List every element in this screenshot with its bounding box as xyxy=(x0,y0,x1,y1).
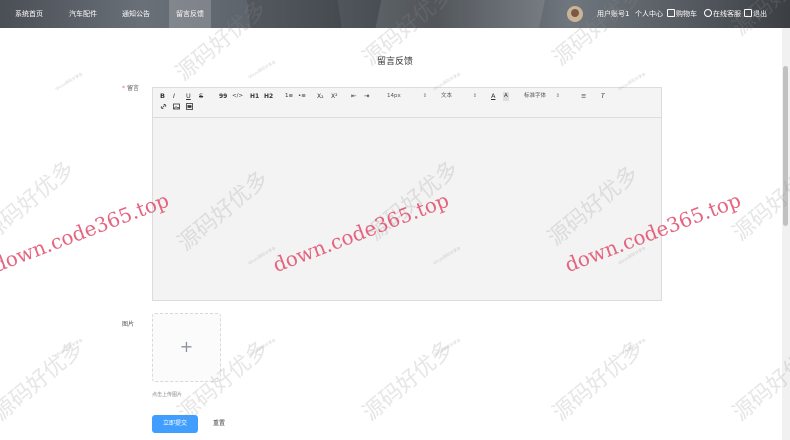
watermark-small: qiuyu源码分享会 xyxy=(54,337,84,358)
italic-button[interactable]: I xyxy=(173,92,175,101)
user-center-link[interactable]: 个人中心 xyxy=(635,0,663,28)
user-icon xyxy=(571,9,579,17)
message-label-text: 留言 xyxy=(127,85,140,92)
subscript-button[interactable]: X₂ xyxy=(317,92,324,101)
logout-link[interactable]: 退出 xyxy=(744,0,767,28)
watermark-small: qiuyu源码分享会 xyxy=(617,337,647,358)
chevron-updown-icon: ⇕ xyxy=(555,93,560,99)
nav-item-feedback[interactable]: 留言反馈 xyxy=(169,0,211,28)
user-account-link[interactable]: 用户账号1 xyxy=(597,0,629,28)
video-icon xyxy=(186,103,193,110)
ordered-list-button[interactable]: 1≡ xyxy=(285,92,293,101)
banner-decoration xyxy=(246,0,344,28)
link-icon xyxy=(160,104,167,109)
cart-icon xyxy=(667,9,675,17)
outdent-button[interactable]: ⇤ xyxy=(351,92,356,101)
editor-toolbar: B I U S 99 </> H1 H2 1≡ •≡ X₂ X² ⇤ ⇥ 14p… xyxy=(153,88,661,118)
watermark-brand: 源码好优多 xyxy=(358,336,459,427)
bullet-list-button[interactable]: •≡ xyxy=(298,92,306,101)
align-select[interactable]: ≡ xyxy=(581,92,586,101)
underline-button[interactable]: U xyxy=(186,92,191,101)
image-icon xyxy=(173,103,180,110)
chevron-updown-icon: ⇕ xyxy=(422,93,427,99)
watermark-brand: 源码好优多 xyxy=(0,156,80,247)
text-color-picker[interactable]: A xyxy=(491,92,495,101)
background-color-picker[interactable]: A xyxy=(503,92,509,101)
upload-hint: 点击上传图片 xyxy=(152,392,183,398)
rich-text-editor: B I U S 99 </> H1 H2 1≡ •≡ X₂ X² ⇤ ⇥ 14p… xyxy=(152,87,662,301)
service-label: 在线客服 xyxy=(713,10,741,18)
font-select-value: 标准字体 xyxy=(524,93,547,99)
nav-item-home[interactable]: 系统首页 xyxy=(15,0,43,28)
watermark-brand: 源码好优多 xyxy=(548,336,649,427)
service-link[interactable]: 在线客服 xyxy=(704,0,741,28)
nav-item-notice[interactable]: 通知公告 xyxy=(122,0,150,28)
link-button[interactable] xyxy=(160,103,168,112)
video-button[interactable] xyxy=(186,103,194,112)
header-select[interactable]: 文本 ⇕ xyxy=(441,92,477,101)
required-mark: * xyxy=(122,85,125,92)
reset-button[interactable]: 重置 xyxy=(205,415,233,433)
plus-icon: + xyxy=(179,337,194,356)
size-select[interactable]: 14px ⇕ xyxy=(387,92,427,101)
message-label: * 留言 xyxy=(122,83,139,92)
code-button[interactable]: </> xyxy=(232,92,243,101)
watermark-brand: 源码好优多 xyxy=(0,336,89,427)
strike-button[interactable]: S xyxy=(199,92,203,101)
cart-label: 购物车 xyxy=(676,10,697,18)
cart-link[interactable]: 购物车 xyxy=(667,0,697,28)
chevron-updown-icon: ⇕ xyxy=(472,93,477,99)
nav-item-parts[interactable]: 汽车配件 xyxy=(69,0,97,28)
logout-icon xyxy=(744,9,752,17)
size-select-value: 14px xyxy=(387,93,401,99)
headset-icon xyxy=(704,9,712,17)
font-select[interactable]: 标准字体 ⇕ xyxy=(524,92,560,101)
watermark-small: qiuyu源码分享会 xyxy=(247,337,277,358)
scrollbar[interactable] xyxy=(782,28,790,440)
logout-label: 退出 xyxy=(753,10,767,18)
header1-button[interactable]: H1 xyxy=(250,92,259,101)
scrollbar-thumb[interactable] xyxy=(783,66,788,226)
submit-button[interactable]: 立即提交 xyxy=(152,415,198,433)
quote-button[interactable]: 99 xyxy=(219,92,227,101)
image-label: 图片 xyxy=(122,321,135,328)
bold-button[interactable]: B xyxy=(160,92,165,101)
watermark-brand: 源码好优多 xyxy=(728,156,790,247)
image-upload[interactable]: + xyxy=(152,313,221,382)
indent-button[interactable]: ⇥ xyxy=(364,92,369,101)
watermark-brand: 源码好优多 xyxy=(728,336,790,427)
watermark-small: qiuyu源码分享会 xyxy=(432,337,462,358)
header-select-value: 文本 xyxy=(441,93,453,99)
header2-button[interactable]: H2 xyxy=(264,92,273,101)
clean-format-button[interactable]: T xyxy=(601,92,605,101)
image-button[interactable] xyxy=(173,103,181,112)
watermark-small: qiuyu源码分享会 xyxy=(54,71,84,92)
superscript-button[interactable]: X² xyxy=(331,92,338,101)
avatar[interactable] xyxy=(567,6,583,22)
page-title: 留言反馈 xyxy=(376,57,413,67)
banner-decoration xyxy=(374,0,546,28)
watermark-site: down.code365.top xyxy=(0,187,173,277)
